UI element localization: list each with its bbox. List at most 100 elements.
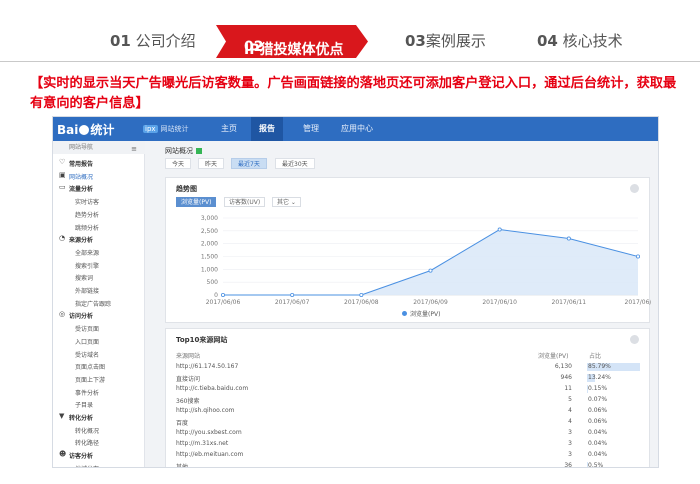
table-row[interactable]: 直接访问 946 13.24% bbox=[166, 373, 649, 384]
top-menu-report[interactable]: 报告 bbox=[251, 117, 283, 141]
y-tick-label: 1,500 bbox=[201, 254, 218, 261]
sidebar-item[interactable]: 子目录 bbox=[75, 400, 93, 409]
source-site: 360搜索 bbox=[176, 398, 200, 405]
nav-item-ip-advantages[interactable]: 02 IP猎投媒体优点 bbox=[216, 25, 368, 58]
baidu-tongji-logo: Bai 统计 bbox=[57, 121, 114, 138]
analytics-screenshot: Bai 统计 ipx 网站统计 主页 报告 管理 应用中心 网站导航 ≡ 常用报告 ♡… bbox=[52, 116, 659, 468]
source-site: http://c.tieba.baidu.com bbox=[176, 385, 249, 392]
overview-icon: ▣ bbox=[59, 170, 66, 179]
sidebar-item[interactable]: 跳频分析 bbox=[75, 223, 99, 232]
heart-icon: ♡ bbox=[59, 158, 66, 166]
pv-count: 3 bbox=[568, 451, 572, 458]
nav-item-number: 04 bbox=[537, 32, 558, 50]
tab-last-7-days[interactable]: 最近7天 bbox=[231, 158, 267, 169]
nav-item-core-tech[interactable]: 04 核心技术 bbox=[537, 30, 623, 51]
logo-text: Bai bbox=[57, 123, 79, 137]
share-percent: 0.5% bbox=[588, 462, 604, 468]
close-icon[interactable] bbox=[630, 335, 639, 344]
sidebar-item[interactable]: 页面上下游 bbox=[75, 375, 105, 384]
share-percent: 13.24% bbox=[588, 374, 611, 381]
sidebar-item[interactable]: 地域分布 bbox=[75, 464, 99, 467]
data-point bbox=[635, 254, 640, 259]
pv-count: 11 bbox=[564, 385, 572, 392]
x-tick-label: 2017/06/09 bbox=[413, 299, 448, 306]
sidebar-item[interactable]: 访客分析 bbox=[69, 451, 93, 460]
table-row[interactable]: 其他 36 0.5% bbox=[166, 461, 649, 468]
sidebar-item[interactable]: 搜索引擎 bbox=[75, 261, 99, 270]
tab-yesterday[interactable]: 昨天 bbox=[198, 158, 225, 169]
sidebar-item[interactable]: 外部链接 bbox=[75, 286, 99, 295]
share-percent: 0.06% bbox=[588, 407, 608, 414]
paw-icon bbox=[79, 125, 90, 135]
pv-count: 36 bbox=[564, 462, 572, 468]
user-icon: ☻ bbox=[59, 450, 67, 459]
sidebar-item[interactable]: 转化概况 bbox=[75, 426, 99, 435]
y-tick-label: 1,000 bbox=[201, 266, 218, 273]
table-row[interactable]: http://61.174.50.167 6,130 85.79% bbox=[166, 362, 649, 373]
top-menu-manage[interactable]: 管理 bbox=[295, 117, 327, 141]
share-cell: 0.15% bbox=[587, 385, 631, 393]
sidebar-item[interactable]: 事件分析 bbox=[75, 388, 99, 397]
sidebar-item[interactable]: 来源分析 bbox=[69, 235, 93, 244]
sidebar-item[interactable]: 受访页面 bbox=[75, 324, 99, 333]
data-point bbox=[566, 236, 571, 241]
x-tick-label: 2017/06/07 bbox=[275, 299, 310, 306]
table-row[interactable]: 百度 4 0.06% bbox=[166, 417, 649, 428]
logo-suffix: 统计 bbox=[90, 123, 115, 137]
sidebar-item[interactable]: 趋势分析 bbox=[75, 210, 99, 219]
share-percent: 0.04% bbox=[588, 451, 608, 458]
share-percent: 0.06% bbox=[588, 418, 608, 425]
nav-item-cases[interactable]: 03案例展示 bbox=[405, 30, 486, 51]
sidebar-item[interactable]: 页面点击图 bbox=[75, 362, 105, 371]
sidebar-item[interactable]: 实时访客 bbox=[75, 197, 99, 206]
sidebar-item[interactable]: 流量分析 bbox=[69, 184, 93, 193]
main-content: 网站概况 今天 昨天 最近7天 最近30天 趋势图 浏览量(PV) 访客数(UV… bbox=[145, 141, 658, 468]
top10-title: Top10来源网站 bbox=[176, 336, 228, 344]
nav-item-number: 01 bbox=[110, 32, 131, 50]
sidebar-item[interactable]: 访问分析 bbox=[69, 311, 93, 320]
share-percent: 0.07% bbox=[588, 396, 608, 403]
sidebar-item[interactable]: 全部来源 bbox=[75, 248, 99, 257]
x-tick-label: 2017/06/10 bbox=[482, 299, 517, 306]
nav-item-number: 03 bbox=[405, 32, 426, 50]
pv-count: 4 bbox=[568, 407, 572, 414]
table-row[interactable]: http://m.31xs.net 3 0.04% bbox=[166, 439, 649, 450]
data-point bbox=[428, 268, 433, 273]
data-point bbox=[497, 227, 502, 232]
sidebar-item[interactable]: 搜索词 bbox=[75, 273, 93, 282]
pv-count: 946 bbox=[560, 374, 572, 381]
source-site: http://eb.meituan.com bbox=[176, 451, 244, 458]
sidebar-item[interactable]: 转化路径 bbox=[75, 438, 99, 447]
site-selector[interactable]: ipx 网站统计 bbox=[143, 124, 189, 134]
nav-item-company[interactable]: 01 公司介绍 bbox=[110, 30, 196, 51]
sidebar-item[interactable]: 受访域名 bbox=[75, 350, 99, 359]
tab-today[interactable]: 今天 bbox=[165, 158, 192, 169]
nav-item-label: 核心技术 bbox=[562, 32, 623, 50]
sidebar-header-label: 网站导航 bbox=[69, 144, 94, 151]
table-row[interactable]: http://c.tieba.baidu.com 11 0.15% bbox=[166, 384, 649, 395]
sidebar-item[interactable]: 转化分析 bbox=[69, 413, 93, 422]
tab-last-30-days[interactable]: 最近30天 bbox=[275, 158, 315, 169]
data-point bbox=[221, 293, 226, 298]
table-row[interactable]: http://sh.qihoo.com 4 0.06% bbox=[166, 406, 649, 417]
table-row[interactable]: http://you.sxbest.com 3 0.04% bbox=[166, 428, 649, 439]
source-site: 直接访问 bbox=[176, 376, 201, 383]
sidebar-item[interactable]: 指定广告跟踪 bbox=[75, 299, 111, 308]
top-menu-app-center[interactable]: 应用中心 bbox=[333, 117, 381, 141]
chart-legend: 浏览量(PV) bbox=[402, 309, 440, 318]
pv-count: 6,130 bbox=[554, 363, 572, 370]
nav-item-label: 公司介绍 bbox=[135, 32, 196, 50]
sidebar-item[interactable]: 常用报告 bbox=[69, 159, 93, 168]
pie-icon: ◔ bbox=[59, 234, 66, 243]
table-row[interactable]: 360搜索 5 0.07% bbox=[166, 395, 649, 406]
sidebar-item[interactable]: 入口页面 bbox=[75, 337, 99, 346]
share-cell: 0.04% bbox=[587, 440, 631, 448]
sidebar-item[interactable]: 网站概况 bbox=[69, 172, 93, 181]
share-cell: 0.5% bbox=[587, 462, 631, 468]
menu-toggle-icon[interactable]: ≡ bbox=[131, 143, 137, 156]
nav-divider bbox=[0, 61, 700, 62]
table-row[interactable]: http://eb.meituan.com 3 0.04% bbox=[166, 450, 649, 461]
share-cell: 0.04% bbox=[587, 451, 631, 459]
site-badge: ipx bbox=[143, 125, 158, 133]
top-menu-home[interactable]: 主页 bbox=[213, 117, 245, 141]
